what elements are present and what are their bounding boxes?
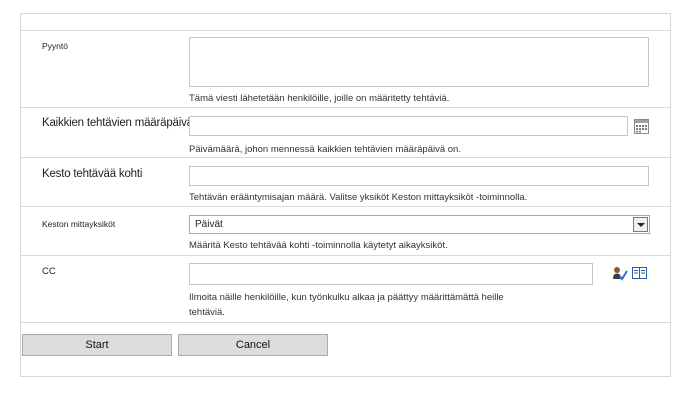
top-divider: [20, 30, 671, 31]
row-divider: [20, 157, 671, 158]
duration-units-label: Keston mittayksiköt: [42, 219, 116, 229]
duration-units-select[interactable]: Päivät: [189, 215, 650, 234]
duration-input[interactable]: [189, 166, 649, 186]
row-divider: [20, 322, 671, 323]
cc-description-line1: Ilmoita näille henkilöille, kun työnkulk…: [189, 292, 504, 303]
cancel-button[interactable]: Cancel: [178, 334, 328, 356]
request-label: Pyyntö: [42, 41, 68, 51]
cc-input[interactable]: [189, 263, 593, 285]
request-description: Tämä viesti lähetetään henkilöille, joil…: [189, 93, 450, 104]
cc-label: CC: [42, 266, 56, 277]
check-names-icon[interactable]: [612, 266, 628, 281]
row-divider: [20, 206, 671, 207]
duration-units-selected: Päivät: [195, 219, 223, 230]
due-date-label: Kaikkien tehtävien määräpäivä: [42, 117, 193, 129]
request-textarea[interactable]: [189, 37, 649, 87]
row-divider: [20, 255, 671, 256]
calendar-icon[interactable]: [634, 119, 649, 134]
cc-description-line2: tehtäviä.: [189, 307, 225, 318]
duration-units-description: Määritä Kesto tehtävää kohti -toiminnoll…: [189, 240, 448, 251]
chevron-down-icon[interactable]: [633, 217, 648, 232]
address-book-icon[interactable]: [632, 266, 647, 280]
due-date-input[interactable]: [189, 116, 628, 136]
row-divider: [20, 107, 671, 108]
start-button[interactable]: Start: [22, 334, 172, 356]
duration-description: Tehtävän erääntymisajan määrä. Valitse y…: [189, 192, 528, 203]
duration-label: Kesto tehtävää kohti: [42, 168, 143, 180]
due-date-description: Päivämäärä, johon mennessä kaikkien teht…: [189, 144, 461, 155]
